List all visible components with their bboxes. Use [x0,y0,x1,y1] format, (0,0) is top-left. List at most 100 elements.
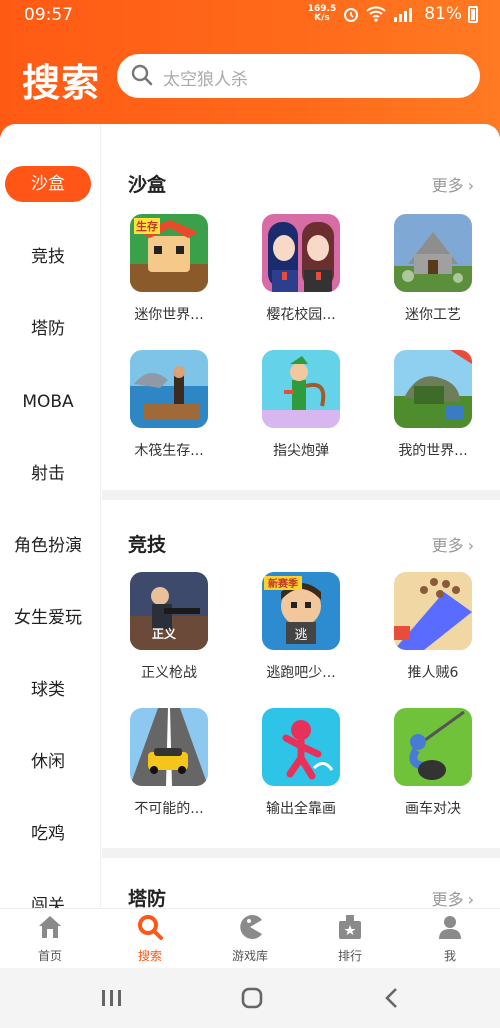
page-title: 搜索 [22,61,101,105]
game-name: 迷你世界... [134,307,204,323]
nav-search[interactable]: 搜索 [110,913,190,964]
game-name: 木筏生存... [134,443,204,459]
more-link[interactable]: 更多 › [432,532,474,556]
nav-label: 搜索 [137,949,162,963]
sidebar-item-casual[interactable]: 休闲 [5,744,91,780]
alarm-icon [344,8,359,22]
nav-me[interactable]: 我 [410,913,490,964]
content-panel: 沙盒 竞技 塔防 MOBA 射击 角色扮演 女生爱玩 球类 休闲 吃鸡 闯关 沙… [0,124,500,908]
survival-badge-text: 生存 [136,219,158,233]
justice-text: 正义 [152,626,177,641]
sidebar-item-tower-defense[interactable]: 塔防 [5,311,91,347]
status-bar: 09:57 169.5 K/s 81% [0,0,500,32]
run-away-icon: 逃 新赛季 [262,572,340,650]
game-name: 逃跑吧少... [266,665,336,681]
header-bar: 09:57 169.5 K/s 81% 搜索 太空狼人杀 [0,0,500,140]
push-crowd-icon [394,572,472,650]
sakura-school-icon [262,214,340,292]
nav-label: 首页 [37,949,62,963]
section-title: 竞技 [128,534,167,556]
finger-cannon-icon [262,350,340,428]
game-name: 我的世界... [398,443,468,459]
sidebar-item-competitive[interactable]: 竞技 [5,239,91,275]
sidebar-item-shooter[interactable]: 射击 [5,456,91,492]
game-name: 推人贼6 [407,665,459,681]
mini-craft-icon [394,214,472,292]
more-link[interactable]: 更多 › [432,172,474,196]
draw-car-duel-icon [394,708,472,786]
new-season-text: 新赛季 [268,577,299,590]
game-item[interactable]: 正义 正义枪战 [114,572,224,682]
recent-apps-icon[interactable] [92,984,132,1012]
sidebar-item-moba[interactable]: MOBA [5,384,91,420]
more-label: 更多 [431,890,464,908]
draw-output-icon [262,708,340,786]
sidebar-item-adventure[interactable]: 闯关 [5,888,91,908]
game-item[interactable]: 逃 新赛季 逃跑吧少... [246,572,356,682]
nav-label: 我 [443,949,456,963]
game-item[interactable]: 输出全靠画 [246,708,356,818]
game-name: 输出全靠画 [266,801,336,817]
ranking-icon [339,915,361,939]
status-icons: 169.5 K/s 81% [308,4,478,24]
net-speed-unit: K/s [314,13,330,23]
search-icon [131,64,153,86]
nav-game-library[interactable]: 游戏库 [210,913,290,964]
status-time: 09:57 [24,5,73,25]
section-title: 沙盒 [128,174,167,196]
game-name: 樱花校园... [266,307,336,323]
net-speed: 169.5 K/s [308,5,336,23]
game-item[interactable]: 推人贼6 [378,572,488,682]
wifi-icon [366,6,386,22]
game-name: 画车对决 [405,801,461,817]
chevron-right-icon: › [467,176,474,195]
battery-percent: 81% [424,4,462,24]
game-item[interactable]: 画车对决 [378,708,488,818]
search-input[interactable]: 太空狼人杀 [117,54,480,98]
game-item[interactable]: 木筏生存... [114,350,224,460]
search-icon [138,915,163,940]
game-item[interactable]: 指尖炮弹 [246,350,356,460]
nav-ranking[interactable]: 排行 [310,913,390,964]
section-title: 塔防 [128,888,167,908]
sidebar-item-ball[interactable]: 球类 [5,672,91,708]
mini-world-icon: 生存 [130,214,208,292]
sidebar-item-battle-royale[interactable]: 吃鸡 [5,816,91,852]
nav-label: 排行 [337,949,362,963]
back-icon[interactable] [372,984,412,1012]
home-button-icon[interactable] [232,984,272,1012]
sidebar-item-rpg[interactable]: 角色扮演 [5,528,91,564]
home-icon [39,916,61,938]
section-sandbox: 沙盒 更多 › 生存 迷你世界... 樱花校园... 迷你工艺 木筏生存... … [102,124,500,490]
game-name: 不可能的... [134,801,204,817]
justice-gunfight-icon: 正义 [130,572,208,650]
raft-survival-icon [130,350,208,428]
pacman-icon [240,915,262,939]
game-item[interactable]: 生存 迷你世界... [114,214,224,324]
game-item[interactable]: 迷你工艺 [378,214,488,324]
game-item[interactable]: 樱花校园... [246,214,356,324]
more-label: 更多 [431,176,464,195]
section-tower-defense: 塔防 更多 › [102,858,500,908]
my-world-icon [394,350,472,428]
game-name: 指尖炮弹 [273,443,329,459]
game-item[interactable]: 不可能的... [114,708,224,818]
game-item[interactable]: 我的世界... [378,350,488,460]
user-icon [439,916,461,939]
more-label: 更多 [431,536,464,555]
game-list[interactable]: 沙盒 更多 › 生存 迷你世界... 樱花校园... 迷你工艺 木筏生存... … [102,124,500,908]
game-name: 迷你工艺 [405,307,461,323]
nav-label: 游戏库 [231,949,268,963]
escape-text: 逃 [294,628,307,643]
bottom-nav: 首页 搜索 游戏库 排行 我 [0,908,500,968]
battery-icon [468,5,478,23]
sidebar-item-girls[interactable]: 女生爱玩 [5,600,91,636]
more-link[interactable]: 更多 › [432,886,474,908]
system-nav-bar [0,968,500,1028]
signal-icon [394,8,413,22]
section-competitive: 竞技 更多 › 正义 正义枪战 逃 新赛季 逃跑吧少... 推人贼6 不可能的..… [102,500,500,848]
nav-home[interactable]: 首页 [10,913,90,964]
sidebar-item-sandbox[interactable]: 沙盒 [5,166,91,202]
category-sidebar[interactable]: 沙盒 竞技 塔防 MOBA 射击 角色扮演 女生爱玩 球类 休闲 吃鸡 闯关 [0,124,101,908]
chevron-right-icon: › [467,536,474,555]
